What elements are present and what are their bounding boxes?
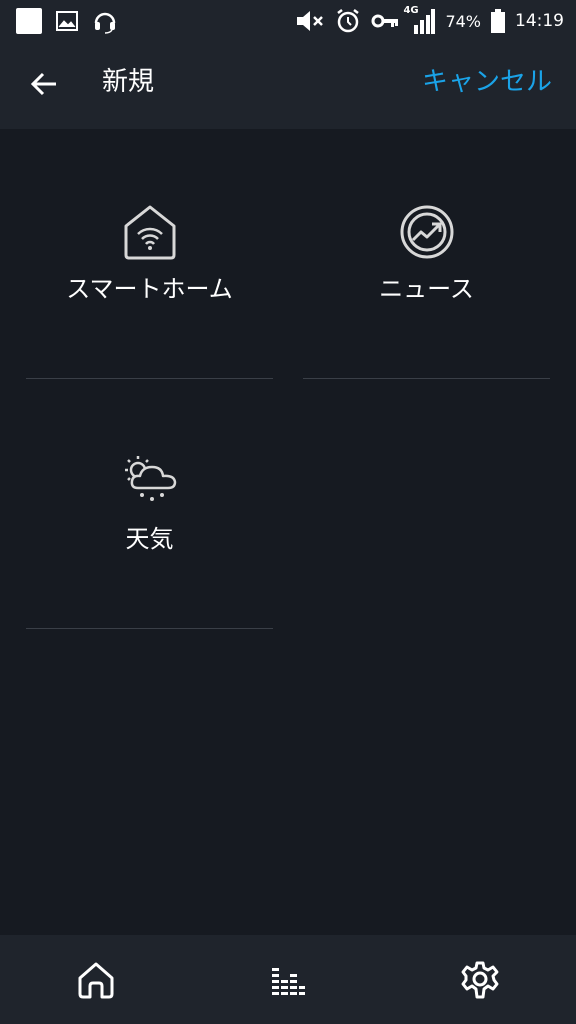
divider	[26, 628, 273, 629]
clock: 14:19	[515, 11, 564, 31]
mute-icon	[297, 11, 324, 31]
headset-icon	[94, 12, 116, 34]
equalizer-icon	[272, 968, 305, 995]
tile-label: 天気	[125, 525, 174, 553]
bottom-nav	[0, 935, 576, 1024]
cancel-button[interactable]: キャンセル	[422, 64, 552, 100]
tile-weather[interactable]: 天気	[26, 380, 273, 628]
weather-icon	[124, 456, 176, 501]
key-icon	[371, 14, 399, 28]
page-title: 新規	[102, 67, 155, 97]
tile-smart-home[interactable]: スマートホーム	[26, 130, 273, 378]
gear-icon	[461, 961, 499, 999]
divider	[26, 378, 273, 379]
nav-home-button[interactable]	[71, 955, 121, 1005]
signal-indicator: 4G	[403, 5, 436, 35]
battery-icon	[491, 9, 505, 33]
nav-activity-button[interactable]	[263, 955, 313, 1005]
back-button[interactable]	[24, 64, 64, 104]
news-icon	[400, 205, 453, 259]
tile-label: スマートホーム	[66, 275, 233, 303]
app-header: 新規 キャンセル	[0, 42, 576, 129]
alarm-icon	[337, 9, 360, 33]
notification-square-icon	[16, 8, 42, 34]
smart-home-icon	[124, 205, 175, 260]
divider	[303, 378, 550, 379]
signal-icon	[414, 9, 436, 34]
tile-label: ニュース	[379, 275, 474, 303]
nav-settings-button[interactable]	[455, 955, 505, 1005]
image-icon	[56, 11, 78, 31]
status-bar: 4G 74% 14:19	[0, 0, 576, 42]
back-arrow-icon	[30, 72, 56, 96]
home-icon	[78, 962, 114, 999]
tile-news[interactable]: ニュース	[303, 130, 550, 378]
battery-percent: 74%	[445, 11, 481, 31]
